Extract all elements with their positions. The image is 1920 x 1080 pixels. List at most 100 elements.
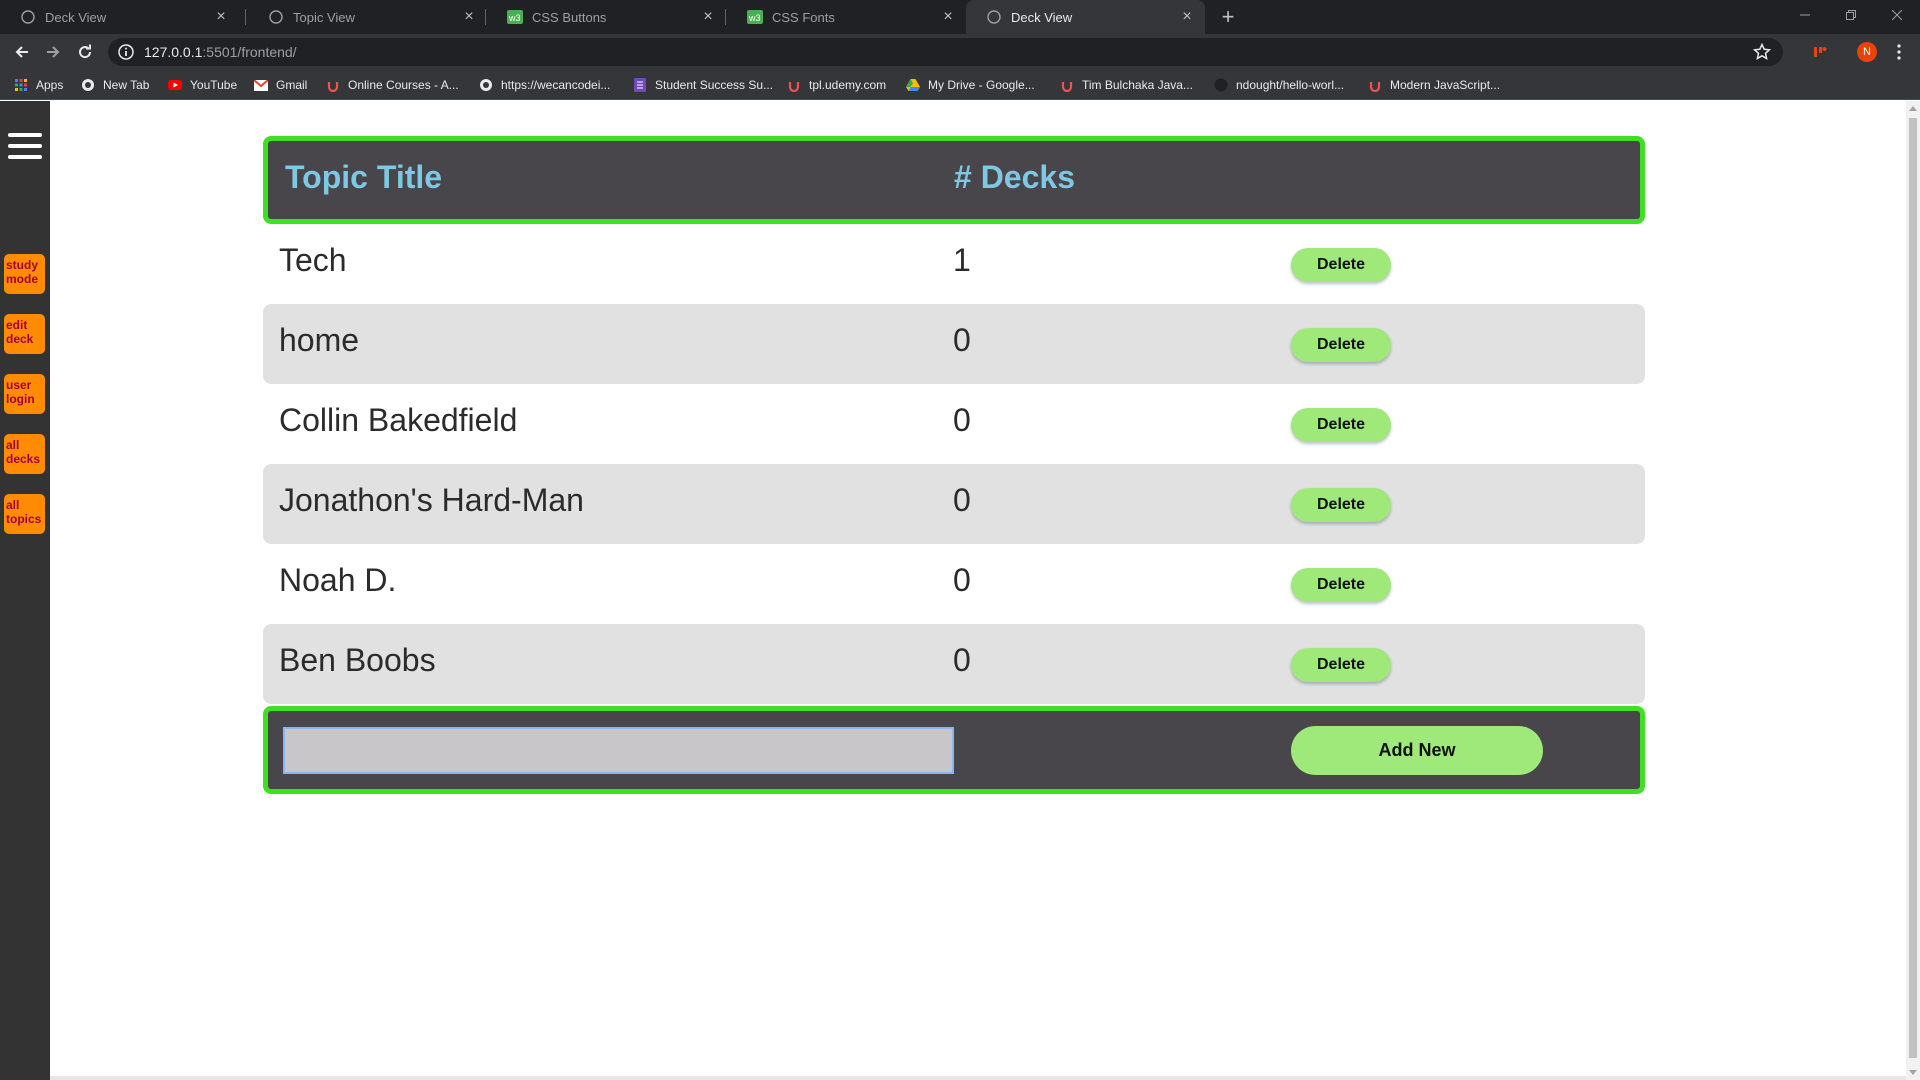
tab-css-buttons[interactable]: w3 CSS Buttons × [487, 0, 726, 34]
add-topic-row: Add New [263, 706, 1645, 794]
close-icon[interactable]: × [213, 9, 229, 25]
scroll-up-arrow-icon[interactable] [1909, 106, 1917, 111]
delete-button[interactable]: Delete [1291, 568, 1391, 602]
deck-count: 0 [953, 482, 971, 518]
header-topic-title: Topic Title [285, 159, 443, 195]
bookmark-gmail[interactable]: Gmail [254, 76, 307, 94]
forward-arrow-icon[interactable] [40, 39, 66, 65]
tab-title: Deck View [1011, 9, 1073, 25]
tab-title: Deck View [45, 9, 107, 25]
bookmark-tpl-udemy[interactable]: tpl.udemy.com [787, 76, 886, 94]
globe-icon [268, 9, 284, 25]
new-tab-icon[interactable]: + [1215, 4, 1241, 30]
close-icon[interactable]: × [940, 9, 956, 25]
globe-icon [20, 9, 36, 25]
tab-title: CSS Fonts [772, 9, 835, 25]
google-drive-icon [906, 78, 920, 92]
bookmark-youtube[interactable]: YouTube [168, 76, 237, 94]
deck-count: 0 [953, 402, 971, 438]
w3schools-icon: w3 [747, 9, 763, 25]
url-path: :5501/frontend/ [202, 44, 297, 60]
restore-icon[interactable] [1828, 0, 1874, 30]
tab-css-fonts[interactable]: w3 CSS Fonts × [727, 0, 966, 34]
sidebar-edit-deck-button[interactable]: edit deck [4, 314, 45, 354]
delete-button[interactable]: Delete [1291, 328, 1391, 362]
info-icon[interactable] [118, 44, 134, 60]
udemy-icon [326, 78, 340, 92]
topic-title: Ben Boobs [279, 642, 436, 678]
github-icon [1214, 78, 1228, 92]
scroll-down-arrow-icon[interactable] [1909, 1070, 1917, 1075]
table-row: Ben Boobs 0 Delete [263, 624, 1645, 704]
horizontal-scrollbar[interactable] [50, 1076, 1906, 1080]
close-icon[interactable]: × [700, 9, 716, 25]
sidebar: study mode edit deck user login all deck… [0, 101, 50, 1080]
delete-button[interactable]: Delete [1291, 408, 1391, 442]
globe-icon [479, 78, 493, 92]
new-topic-input[interactable] [283, 727, 954, 774]
deck-count: 0 [953, 642, 971, 678]
table-header: Topic Title # Decks [263, 136, 1645, 224]
header-deck-count: # Decks [954, 159, 1075, 195]
bookmark-new-tab[interactable]: New Tab [81, 76, 149, 94]
bookmark-my-drive[interactable]: My Drive - Google... [906, 76, 1035, 94]
youtube-icon [168, 78, 182, 92]
forms-icon [633, 78, 647, 92]
sidebar-all-decks-button[interactable]: all decks [4, 434, 45, 474]
bookmark-wecancode[interactable]: https://wecancodei... [479, 76, 610, 94]
menu-dots-icon[interactable] [1887, 40, 1911, 64]
table-row: Collin Bakedfield 0 Delete [263, 384, 1645, 464]
deck-count: 1 [953, 242, 971, 278]
sidebar-user-login-button[interactable]: user login [4, 374, 45, 414]
tab-strip: Deck View × Topic View × w3 CSS Buttons … [0, 0, 1920, 34]
bookmark-modern-javascript[interactable]: Modern JavaScript... [1368, 76, 1500, 94]
tab-title: Topic View [293, 9, 355, 25]
deck-count: 0 [953, 322, 971, 358]
add-new-button[interactable]: Add New [1291, 726, 1543, 775]
topic-title: Collin Bakedfield [279, 402, 518, 438]
delete-button[interactable]: Delete [1291, 488, 1391, 522]
hamburger-menu-icon[interactable] [8, 133, 42, 159]
topic-title: Noah D. [279, 562, 397, 598]
sidebar-all-topics-button[interactable]: all topics [4, 494, 45, 534]
svg-text:w3: w3 [748, 13, 761, 23]
back-arrow-icon[interactable] [9, 39, 35, 65]
minimize-icon[interactable] [1782, 0, 1828, 30]
table-row: Tech 1 Delete [263, 224, 1645, 304]
address-bar[interactable]: 127.0.0.1 :5501/frontend/ [108, 38, 1783, 66]
udemy-icon [787, 78, 801, 92]
svg-text:w3: w3 [508, 13, 521, 23]
browser-toolbar: 127.0.0.1 :5501/frontend/ N [0, 34, 1920, 70]
close-icon[interactable]: × [461, 9, 477, 25]
profile-avatar[interactable]: N [1855, 40, 1879, 64]
tab-title: CSS Buttons [532, 9, 607, 25]
bookmark-online-courses[interactable]: Online Courses - A... [326, 76, 459, 94]
delete-button[interactable]: Delete [1291, 648, 1391, 682]
tab-deck-view-1[interactable]: Deck View × [0, 0, 239, 34]
bookmark-star-icon[interactable] [1752, 42, 1772, 61]
close-icon[interactable]: × [1179, 9, 1195, 25]
bookmark-apps[interactable]: Apps [14, 76, 63, 94]
extension-icon[interactable] [1808, 40, 1832, 64]
table-row: home 0 Delete [263, 304, 1645, 384]
reload-icon[interactable] [72, 39, 98, 65]
bookmark-github-hello-world[interactable]: ndought/hello-worl... [1214, 76, 1344, 94]
close-window-icon[interactable] [1874, 0, 1920, 30]
tab-topic-view[interactable]: Topic View × [248, 0, 487, 34]
bookmark-student-success[interactable]: Student Success Su... [633, 76, 773, 94]
bookmark-tim-bulchaka[interactable]: Tim Bulchaka Java... [1060, 76, 1193, 94]
globe-icon [81, 78, 95, 92]
topic-title: Jonathon's Hard-Man [279, 482, 584, 518]
table-row: Jonathon's Hard-Man 0 Delete [263, 464, 1645, 544]
delete-button[interactable]: Delete [1291, 248, 1391, 282]
deck-count: 0 [953, 562, 971, 598]
tab-deck-view-active[interactable]: Deck View × [966, 0, 1205, 34]
udemy-icon [1060, 78, 1074, 92]
topics-table: Topic Title # Decks Tech 1 Delete home 0… [263, 136, 1645, 794]
topic-title: home [279, 322, 360, 358]
gmail-icon [254, 78, 268, 92]
w3schools-icon: w3 [507, 9, 523, 25]
vertical-scrollbar[interactable] [1906, 101, 1920, 1080]
scrollbar-thumb[interactable] [1909, 118, 1917, 1058]
sidebar-study-mode-button[interactable]: study mode [4, 254, 45, 294]
